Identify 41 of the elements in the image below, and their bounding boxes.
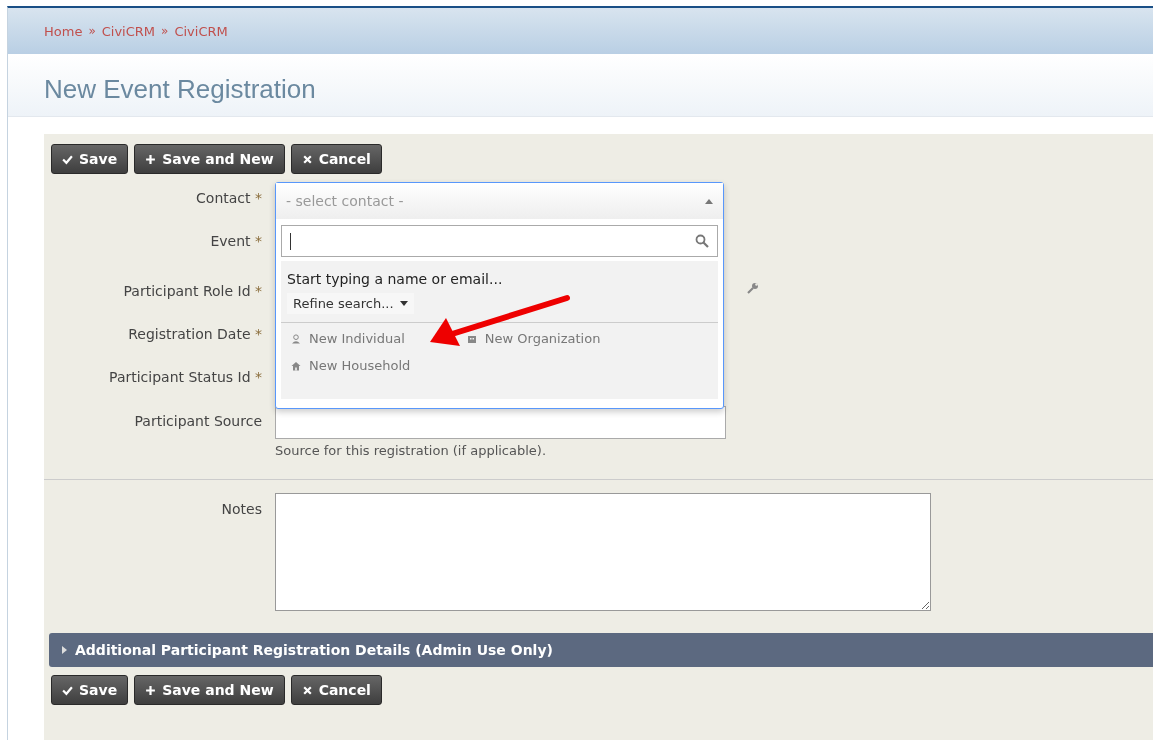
caret-icon bbox=[705, 198, 713, 204]
close-icon bbox=[301, 153, 313, 165]
breadcrumb-link[interactable]: CiviCRM bbox=[174, 23, 228, 39]
field-label: Registration Date * bbox=[127, 325, 263, 344]
refine-search-button[interactable]: Refine search... bbox=[287, 293, 414, 314]
breadcrumb-link[interactable]: CiviCRM bbox=[101, 23, 156, 39]
field-label: Contact * bbox=[195, 189, 263, 208]
field-label: Participant Status Id * bbox=[108, 368, 263, 387]
new-button[interactable]: Save and New bbox=[134, 675, 285, 705]
breadcrumb-link[interactable]: Home bbox=[44, 23, 83, 39]
breadcrumb-separator: » bbox=[161, 24, 169, 38]
notes-field[interactable] bbox=[275, 493, 931, 611]
help-text: Source for this registration (if applicable). bbox=[275, 443, 548, 458]
plus-icon bbox=[145, 684, 157, 696]
hint-text: Start typing a name or email... bbox=[287, 271, 504, 287]
new-contact-link[interactable]: New Household bbox=[287, 358, 712, 373]
cancel-button[interactable]: Cancel bbox=[290, 675, 382, 705]
field-label: Participant Source bbox=[133, 412, 263, 431]
collapsible-section-header[interactable]: Additional Participant Registration Details (Admin Use Only) bbox=[49, 633, 1153, 667]
close-icon bbox=[301, 684, 313, 696]
save-button[interactable]: Save bbox=[51, 144, 129, 174]
field-label: Event * bbox=[209, 232, 263, 251]
plus-icon bbox=[145, 153, 157, 165]
caret-icon bbox=[399, 300, 408, 307]
breadcrumb-separator: » bbox=[88, 24, 96, 38]
new-contact-link[interactable]: New Individual bbox=[287, 331, 405, 346]
field-label: Notes bbox=[220, 500, 263, 519]
save-button[interactable]: Save bbox=[51, 675, 129, 705]
wrench-icon[interactable] bbox=[747, 282, 759, 294]
cancel-button[interactable]: Cancel bbox=[290, 144, 382, 174]
search-icon bbox=[695, 234, 709, 248]
field-label: Participant Role Id * bbox=[122, 282, 263, 301]
check-icon bbox=[62, 153, 73, 165]
new-contact-link[interactable]: New Organization bbox=[462, 331, 601, 346]
page-title: New Event Registration bbox=[44, 73, 316, 105]
search-field[interactable] bbox=[281, 225, 718, 257]
house-icon bbox=[291, 360, 301, 371]
new-button[interactable]: Save and New bbox=[134, 144, 285, 174]
person-icon bbox=[291, 333, 301, 344]
building-icon bbox=[466, 333, 477, 344]
check-icon bbox=[62, 684, 73, 696]
